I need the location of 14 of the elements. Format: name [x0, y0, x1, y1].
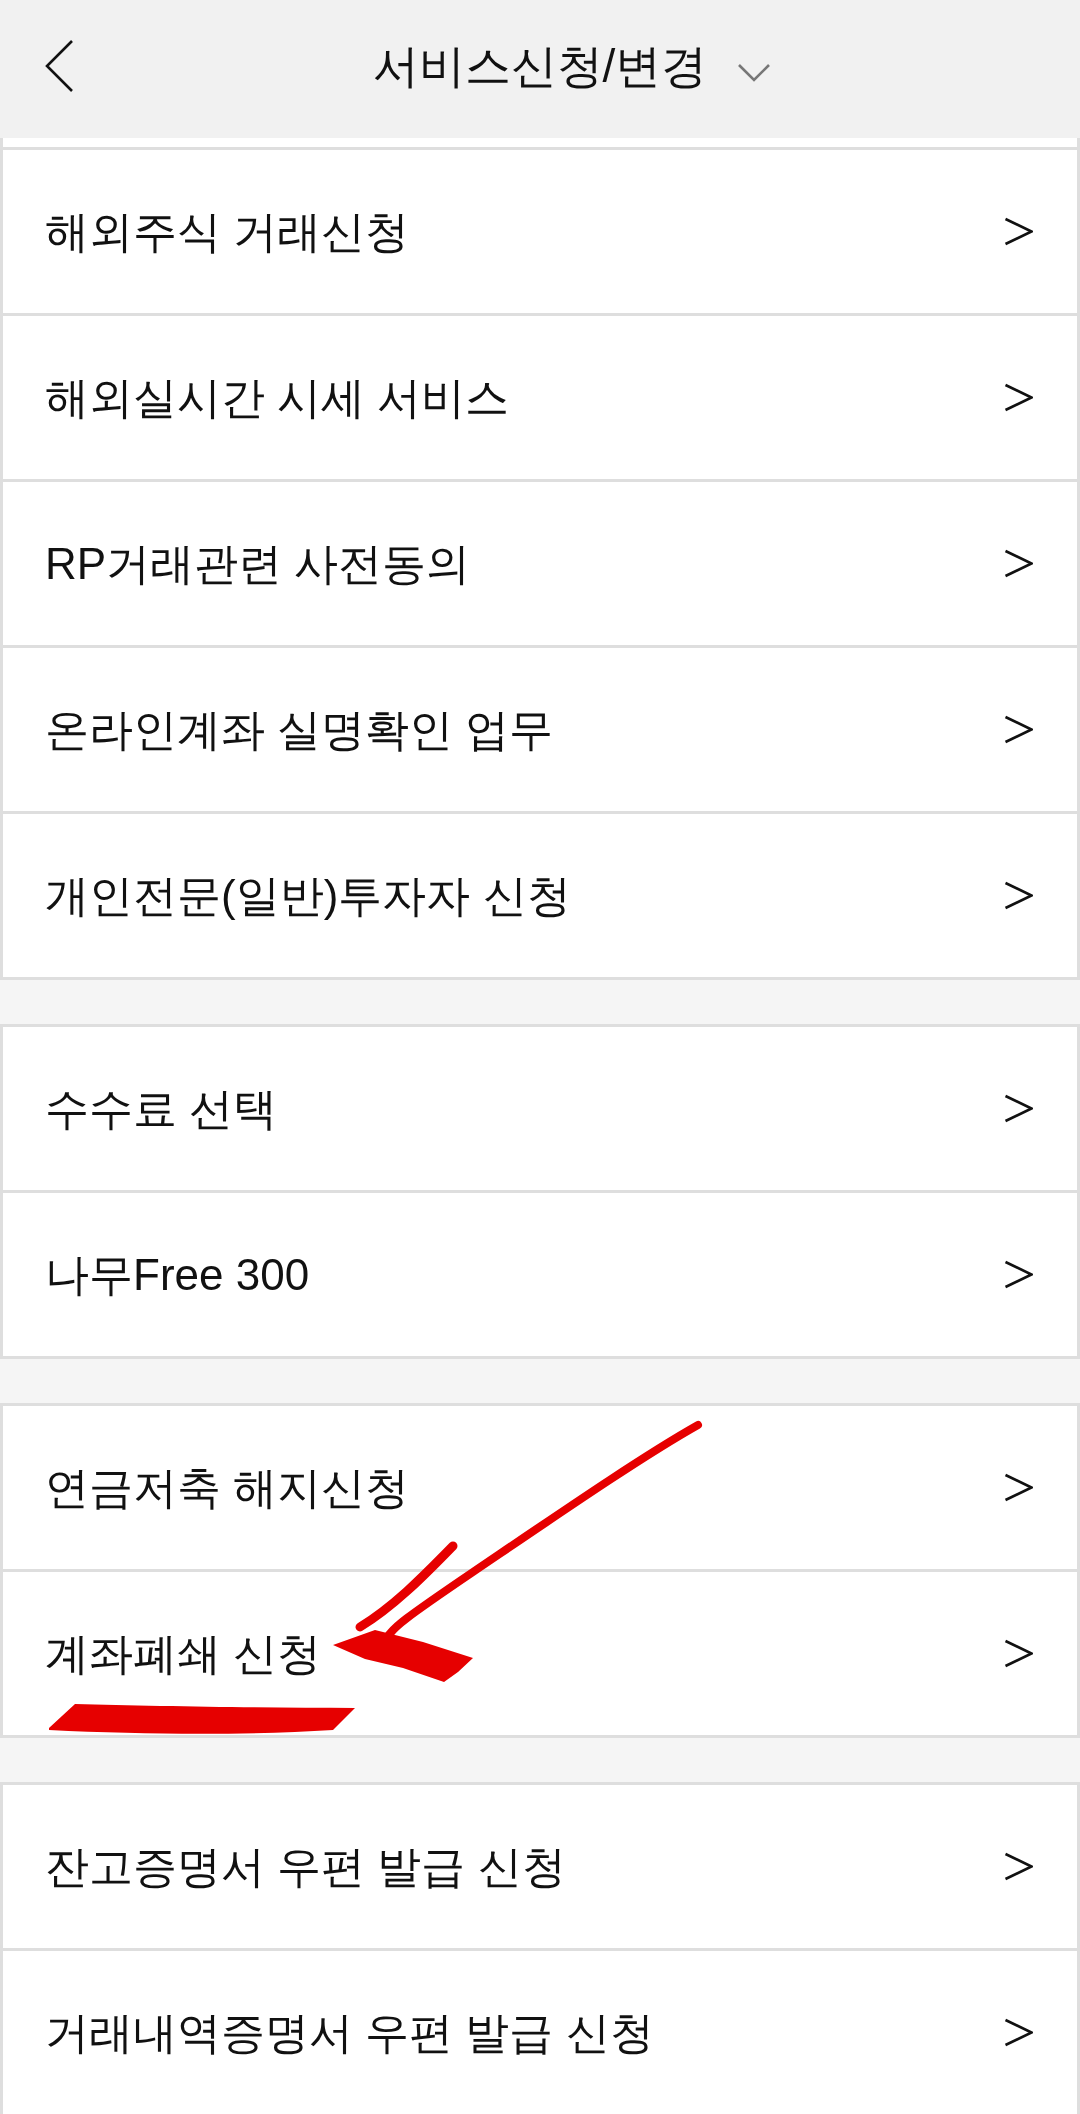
chevron-right-icon: [1004, 1473, 1033, 1502]
chevron-left-icon: [44, 39, 74, 93]
chevron-right-icon: [1004, 1260, 1033, 1289]
chevron-right-icon: [1004, 1094, 1033, 1123]
chevron-right-icon: [1004, 715, 1033, 744]
chevron-right-icon: [1004, 549, 1033, 578]
chevron-right-icon: [1004, 217, 1033, 246]
chevron-down-icon: [737, 63, 772, 83]
chevron-right-icon: [1004, 2018, 1033, 2047]
page-title-dropdown[interactable]: 서비스신청/변경: [372, 43, 708, 89]
chevron-right-icon: [1004, 1852, 1033, 1881]
chevron-right-icon: [1004, 881, 1033, 910]
chevron-right-icon: [1004, 1639, 1033, 1668]
chevron-right-icon: [1004, 383, 1033, 412]
